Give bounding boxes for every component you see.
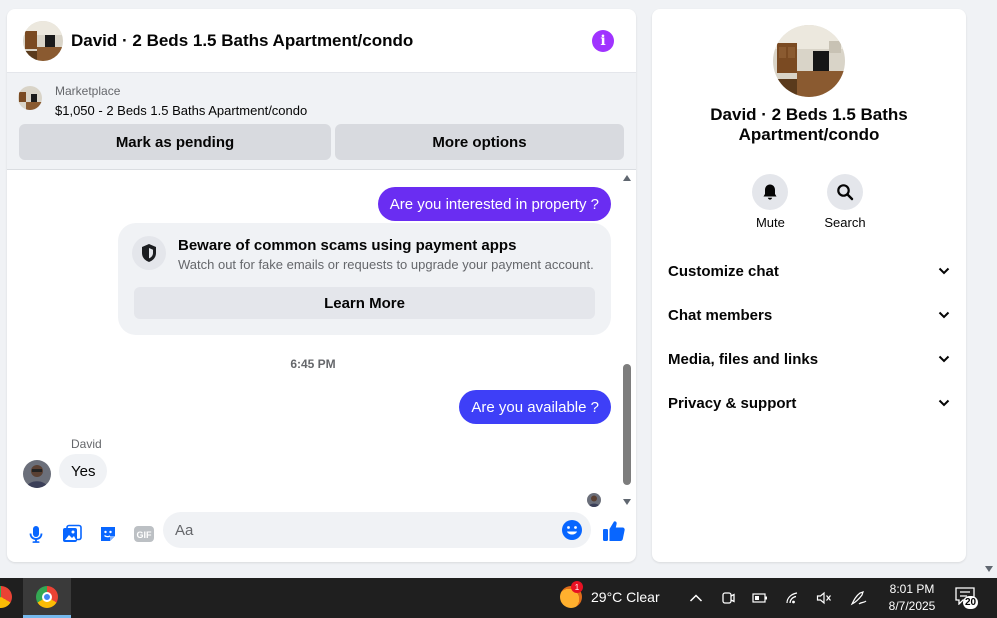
marketplace-label: Marketplace [55, 84, 121, 98]
chat-header: David · 2 Beds 1.5 Baths Apartment/condo… [7, 9, 636, 73]
weather-icon: 1 [560, 581, 583, 608]
page-scroll-down-arrow-icon[interactable] [985, 566, 993, 572]
outgoing-message[interactable]: Are you interested in property ? [377, 187, 611, 221]
wifi-icon[interactable] [783, 588, 803, 608]
notification-center-button[interactable]: 20 [955, 587, 985, 611]
meet-now-icon[interactable] [718, 588, 738, 608]
notification-count: 20 [963, 596, 979, 609]
pen-icon[interactable] [849, 588, 869, 608]
search-label: Search [824, 215, 866, 230]
listing-thumbnail[interactable] [18, 86, 42, 110]
sticker-icon[interactable] [91, 517, 125, 551]
system-clock[interactable]: 8:01 PM 8/7/2025 [874, 581, 950, 615]
avatar[interactable] [23, 460, 51, 488]
clock-date: 8/7/2025 [888, 599, 936, 613]
section-label: Media, files and links [668, 350, 819, 368]
message-scrollbar[interactable] [621, 173, 633, 505]
search-icon[interactable] [826, 174, 863, 210]
emoji-icon[interactable] [561, 519, 583, 541]
scam-warning-card: Beware of common scams using payment app… [118, 223, 611, 335]
chevron-up-icon[interactable] [686, 588, 706, 608]
section-privacy-support[interactable]: Privacy & support [652, 381, 966, 425]
chevron-down-icon [938, 311, 950, 319]
profile-picture[interactable] [773, 25, 845, 97]
listing-avatar[interactable] [23, 20, 63, 61]
thumbs-up-icon[interactable] [601, 518, 627, 544]
message-timestamp: 6:45 PM [290, 357, 336, 371]
info-sections: Customize chat Chat members Media, files… [652, 249, 966, 425]
conversation-info-panel: David · 2 Beds 1.5 Baths Apartment/condo… [652, 9, 966, 562]
scam-warning-title: Beware of common scams using payment app… [178, 237, 517, 254]
read-receipt-avatar [587, 493, 601, 507]
sender-name: David [71, 437, 102, 451]
clock-time: 8:01 PM [889, 582, 935, 596]
search-button[interactable]: Search [824, 174, 866, 230]
message-thread: Are you interested in property ? Beware … [7, 171, 636, 507]
chat-panel: David · 2 Beds 1.5 Baths Apartment/condo… [7, 9, 636, 562]
chat-title[interactable]: David · 2 Beds 1.5 Baths Apartment/condo [71, 31, 592, 51]
scroll-thumb[interactable] [623, 364, 631, 485]
chevron-down-icon [938, 267, 950, 275]
learn-more-button[interactable]: Learn More [134, 287, 595, 319]
info-icon[interactable]: i [592, 29, 614, 52]
mark-pending-button[interactable]: Mark as pending [19, 124, 331, 160]
chrome-taskbar-button[interactable] [23, 578, 71, 618]
scroll-up-arrow-icon[interactable] [623, 175, 631, 181]
windows-taskbar: 1 29°C Clear 8:01 PM 8/7/2025 20 [0, 578, 997, 618]
scam-warning-subtitle: Watch out for fake emails or requests to… [178, 257, 594, 272]
svg-text:GIF: GIF [137, 530, 153, 540]
section-label: Customize chat [668, 262, 779, 280]
weather-widget[interactable]: 1 29°C Clear [560, 581, 660, 608]
gif-icon[interactable]: GIF [127, 517, 161, 551]
section-media-files-links[interactable]: Media, files and links [652, 337, 966, 381]
mute-label: Mute [755, 215, 785, 230]
section-label: Privacy & support [668, 394, 797, 412]
shield-icon [132, 236, 166, 270]
microphone-icon[interactable] [19, 517, 53, 551]
battery-icon[interactable] [750, 588, 770, 608]
section-chat-members[interactable]: Chat members [652, 293, 966, 337]
chrome-icon [36, 586, 58, 608]
message-input-box[interactable] [163, 512, 591, 548]
volume-muted-icon[interactable] [814, 588, 834, 608]
bell-icon[interactable] [752, 174, 789, 210]
outgoing-message[interactable]: Are you available ? [459, 390, 611, 424]
conversation-title: David · 2 Beds 1.5 Baths Apartment/condo [710, 105, 908, 144]
chevron-down-icon [938, 399, 950, 407]
marketplace-bar: Marketplace $1,050 - 2 Beds 1.5 Baths Ap… [7, 73, 636, 170]
more-options-button[interactable]: More options [335, 124, 624, 160]
weather-text: 29°C Clear [591, 589, 660, 605]
scroll-down-arrow-icon[interactable] [623, 499, 631, 505]
section-customize-chat[interactable]: Customize chat [652, 249, 966, 293]
mute-button[interactable]: Mute [752, 174, 789, 230]
weather-badge: 1 [571, 581, 583, 593]
chevron-down-icon [938, 355, 950, 363]
photo-gallery-icon[interactable] [55, 517, 89, 551]
incoming-message[interactable]: Yes [59, 454, 108, 488]
message-input[interactable] [175, 521, 545, 539]
pinned-app-icon[interactable] [0, 586, 12, 608]
message-composer: GIF [7, 506, 636, 562]
section-label: Chat members [668, 306, 773, 324]
listing-title[interactable]: $1,050 - 2 Beds 1.5 Baths Apartment/cond… [55, 102, 307, 120]
